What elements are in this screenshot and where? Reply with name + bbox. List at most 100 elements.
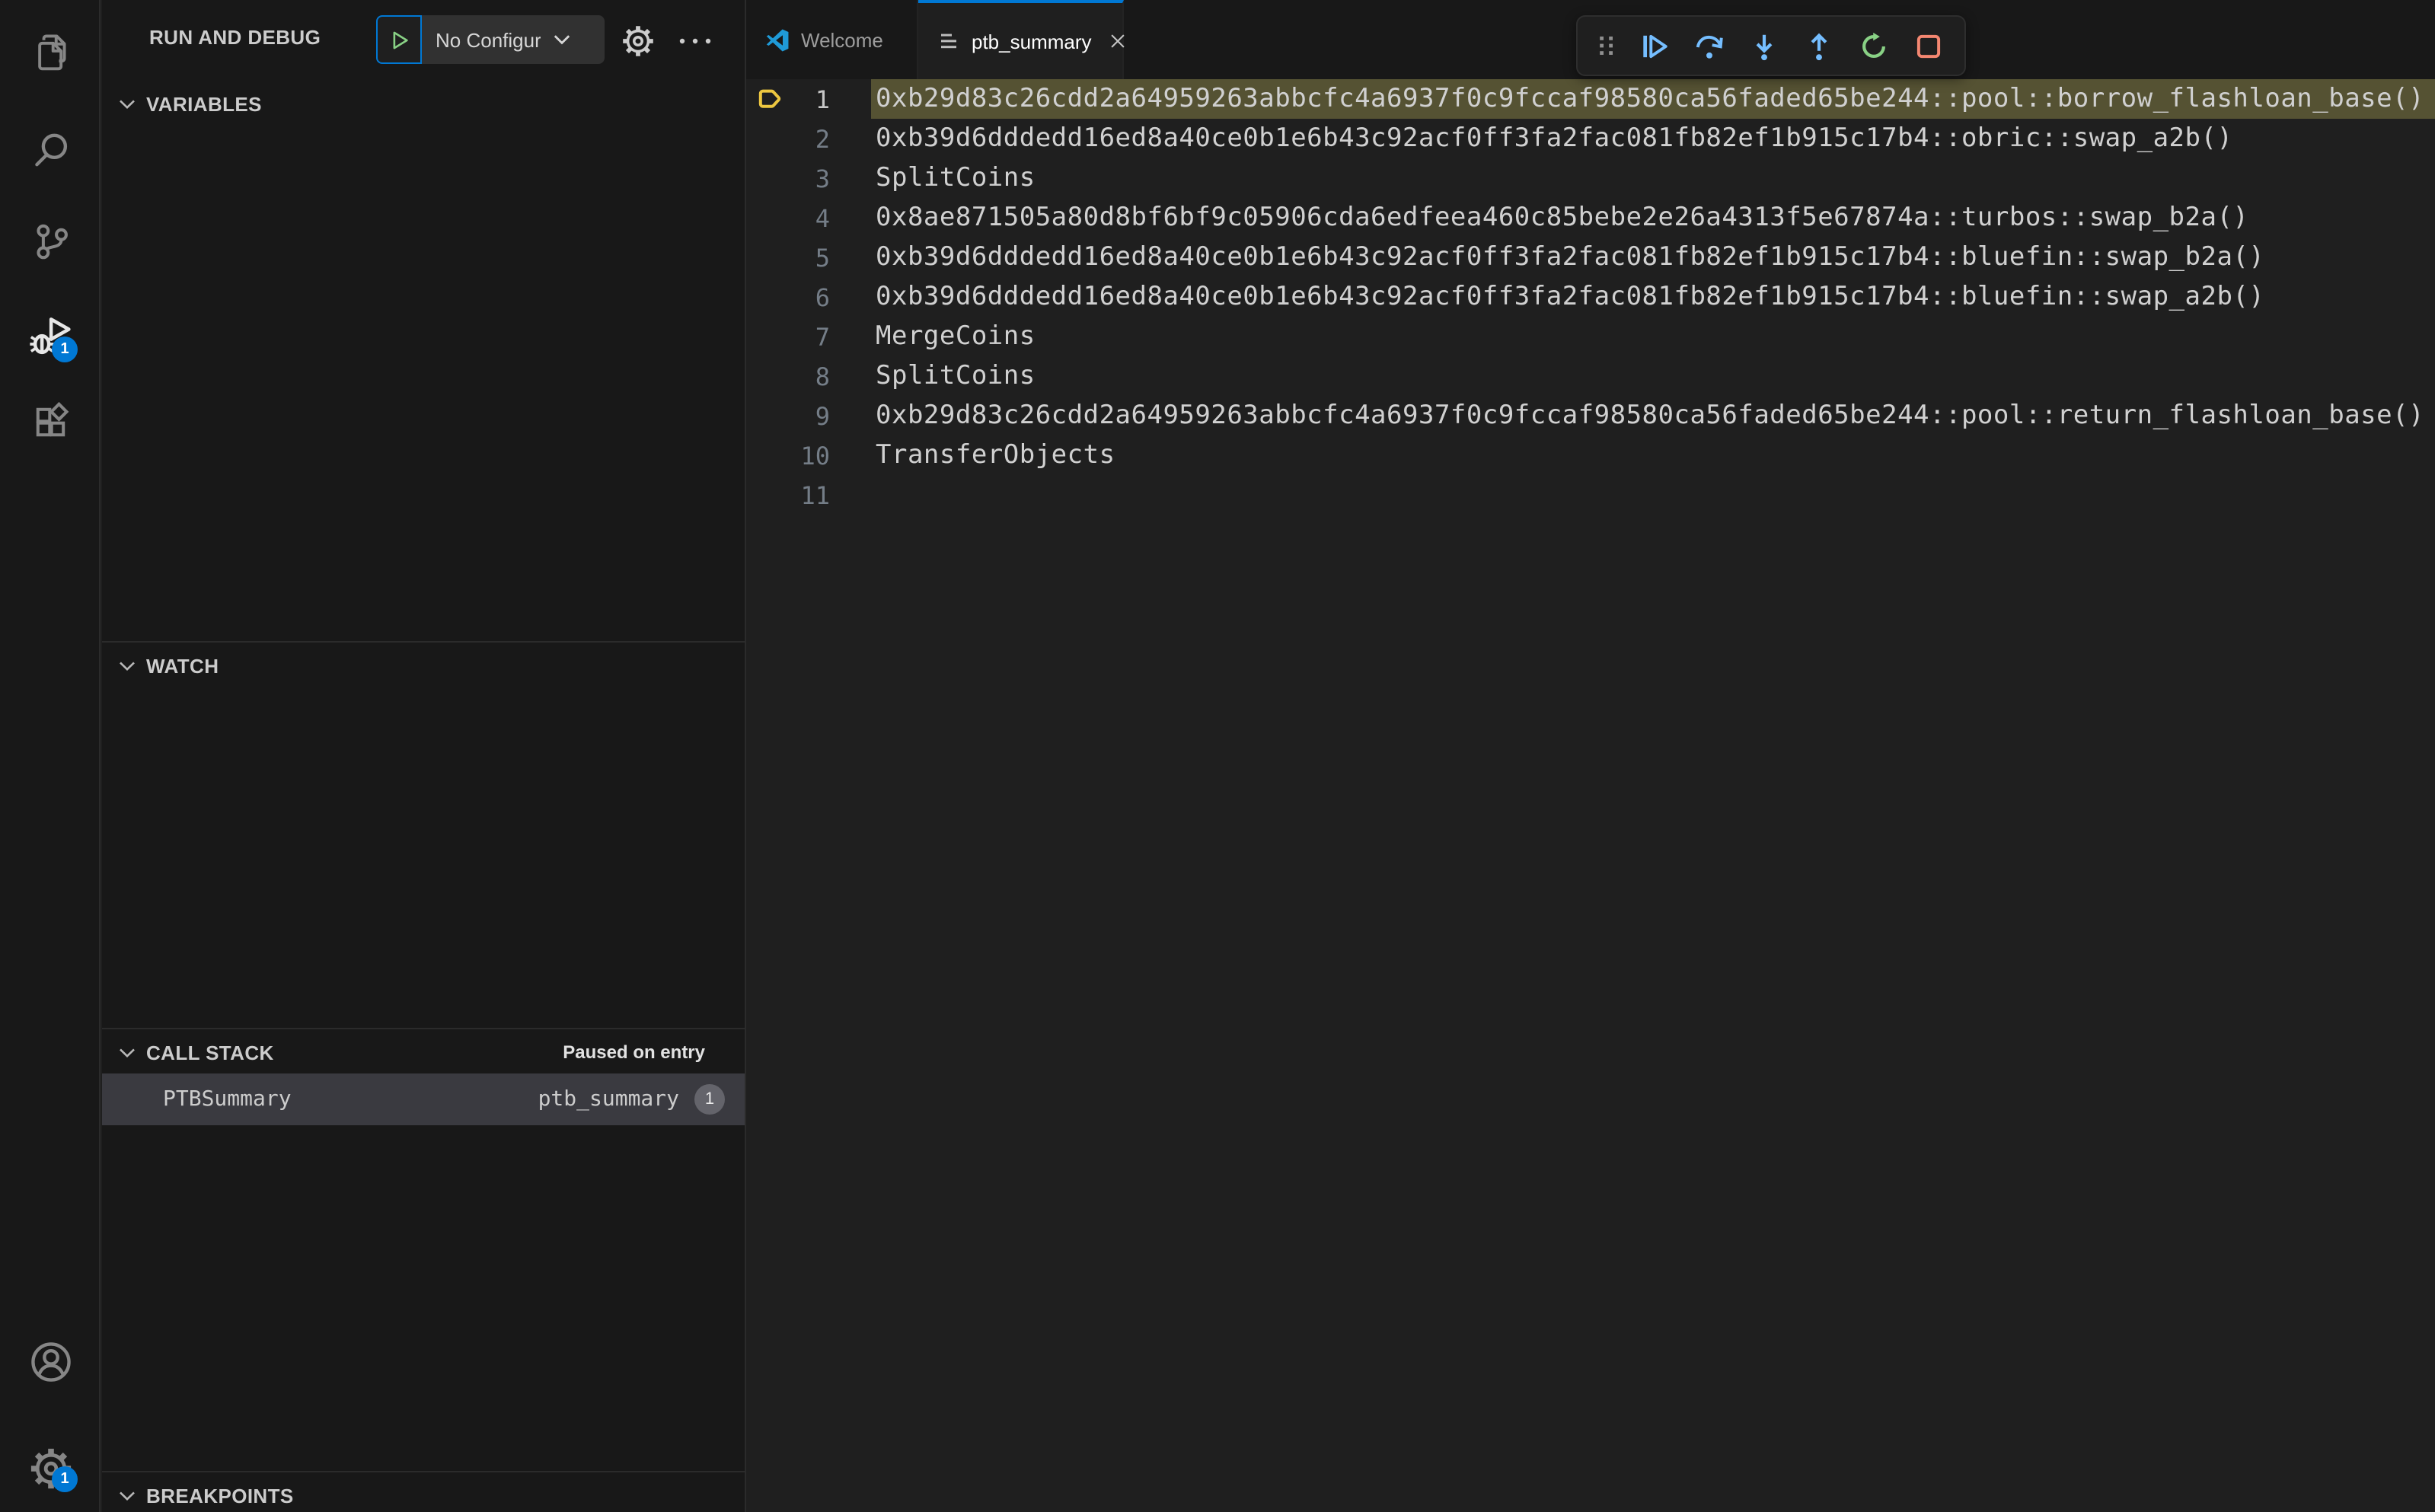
line-number[interactable]: 10 [746,441,830,470]
code-line: 7 MergeCoins [746,317,2435,356]
watch-section-header[interactable]: WATCH [102,644,745,687]
tab-ptb-summary[interactable]: ptb_summary [918,0,1125,79]
line-number[interactable]: 11 [746,480,830,509]
debug-toolbar [1576,15,1966,76]
line-number[interactable]: 4 [746,203,830,232]
vscode-logo-icon [764,27,790,53]
activity-bar: 1 1 [0,0,101,1512]
start-debug-button[interactable] [376,15,422,64]
code-text[interactable]: 0xb39d6dddedd16ed8a40ce0b1e6b43c92acf0ff… [871,277,2435,317]
code-text[interactable]: MergeCoins [871,317,2435,356]
launch-control: No Configur [376,15,605,64]
code-line: 3 SplitCoins [746,158,2435,198]
more-actions-icon [677,37,712,46]
restart-icon [1858,30,1890,62]
chevron-down-icon [119,98,136,109]
breakpoints-section-label: BREAKPOINTS [146,1484,294,1507]
restart-button[interactable] [1850,21,1897,70]
code-line: 1 0xb29d83c26cdd2a64959263abbcfc4a6937f0… [746,79,2435,119]
code-text[interactable]: 0xb39d6dddedd16ed8a40ce0b1e6b43c92acf0ff… [871,119,2435,158]
source-control-icon [30,220,71,261]
breakpoints-section-header[interactable]: BREAKPOINTS [102,1474,745,1512]
code-line: 5 0xb39d6dddedd16ed8a40ce0b1e6b43c92acf0… [746,238,2435,277]
activity-accounts[interactable] [0,1326,101,1396]
debug-config-label: No Configur [436,28,541,51]
step-over-button[interactable] [1686,21,1733,70]
activity-settings[interactable] [0,1433,101,1503]
step-into-button[interactable] [1741,21,1788,70]
code-line: 11 [746,475,2435,515]
more-actions-button[interactable] [675,21,714,61]
thread-count-badge: 1 [694,1084,725,1115]
code-text[interactable] [871,475,2435,515]
debug-settings-button[interactable] [618,21,658,61]
code-text[interactable]: 0xb29d83c26cdd2a64959263abbcfc4a6937f0c9… [871,396,2435,435]
code-line: 4 0x8ae871505a80d8bf6bf9c05906cda6edfeea… [746,198,2435,238]
code-text[interactable]: TransferObjects [871,435,2435,475]
continue-icon [1639,30,1671,62]
line-number[interactable]: 8 [746,362,830,391]
gear-icon [621,24,655,58]
step-out-button[interactable] [1795,21,1843,70]
debug-session-name: PTBSummary [163,1087,292,1112]
paused-status-text: Paused on entry [563,1041,705,1063]
activity-explorer[interactable] [0,17,101,87]
call-stack-section-label: CALL STACK [146,1041,274,1064]
tab-ptb-summary-label: ptb_summary [972,30,1092,53]
line-number[interactable]: 9 [746,401,830,430]
editor-content: 1 0xb29d83c26cdd2a64959263abbcfc4a6937f0… [746,79,2435,1512]
session-details: ptb_summary 1 [538,1084,725,1115]
settings-badge: 1 [52,1466,78,1492]
section-divider [102,1028,745,1029]
line-number[interactable]: 6 [746,282,830,311]
tab-welcome[interactable]: Welcome [746,0,918,79]
variables-section-label: VARIABLES [146,92,262,115]
variables-section-header[interactable]: VARIABLES [102,82,745,125]
editor-group: Welcome ptb_summary 1 0xb29d83c26cdd2a64… [746,0,2435,1512]
debug-config-dropdown[interactable]: No Configur [422,15,605,64]
section-divider [102,1471,745,1472]
code-text[interactable]: 0x8ae871505a80d8bf6bf9c05906cda6edfeea46… [871,198,2435,238]
section-divider [102,641,745,643]
stop-icon [1913,30,1945,62]
extensions-icon [30,401,71,442]
activity-run-and-debug[interactable] [0,300,101,370]
code-text[interactable]: SplitCoins [871,158,2435,198]
code-line: 2 0xb39d6dddedd16ed8a40ce0b1e6b43c92acf0… [746,119,2435,158]
step-into-icon [1748,30,1780,62]
code-line: 9 0xb29d83c26cdd2a64959263abbcfc4a6937f0… [746,396,2435,435]
continue-button[interactable] [1631,21,1678,70]
line-number[interactable]: 5 [746,243,830,272]
activity-source-control[interactable] [0,206,101,276]
account-icon [28,1339,72,1383]
sidebar-title: RUN AND DEBUG [149,26,321,49]
toolbar-drag-handle[interactable] [1590,21,1623,70]
call-stack-session-row[interactable]: PTBSummary ptb_summary 1 [102,1073,745,1125]
run-and-debug-sidebar: RUN AND DEBUG No Configur VARIABLES WATC… [102,0,746,1512]
step-out-icon [1803,30,1835,62]
start-debug-icon [388,28,410,51]
code-text[interactable]: SplitCoins [871,356,2435,396]
line-number[interactable]: 7 [746,322,830,351]
line-number[interactable]: 2 [746,124,830,153]
debug-count-badge: 1 [52,337,78,362]
sidebar-header: RUN AND DEBUG No Configur [102,0,745,79]
stop-button[interactable] [1905,21,1952,70]
line-number[interactable]: 3 [746,164,830,193]
chevron-down-icon [554,33,572,46]
activity-extensions[interactable] [0,387,101,457]
step-over-icon [1693,30,1725,62]
call-stack-section-header[interactable]: CALL STACK Paused on entry [102,1031,745,1073]
list-file-icon [937,29,961,53]
code-text[interactable]: 0xb29d83c26cdd2a64959263abbcfc4a6937f0c9… [871,79,2435,119]
session-source: ptb_summary [538,1087,679,1112]
close-tab-icon[interactable] [1107,30,1128,52]
code-line: 10 TransferObjects [746,435,2435,475]
activity-search[interactable] [0,114,101,184]
watch-section-label: WATCH [146,654,219,677]
code-line: 8 SplitCoins [746,356,2435,396]
code-line: 6 0xb39d6dddedd16ed8a40ce0b1e6b43c92acf0… [746,277,2435,317]
code-text[interactable]: 0xb39d6dddedd16ed8a40ce0b1e6b43c92acf0ff… [871,238,2435,277]
chevron-down-icon [119,660,136,671]
files-icon [30,31,71,72]
